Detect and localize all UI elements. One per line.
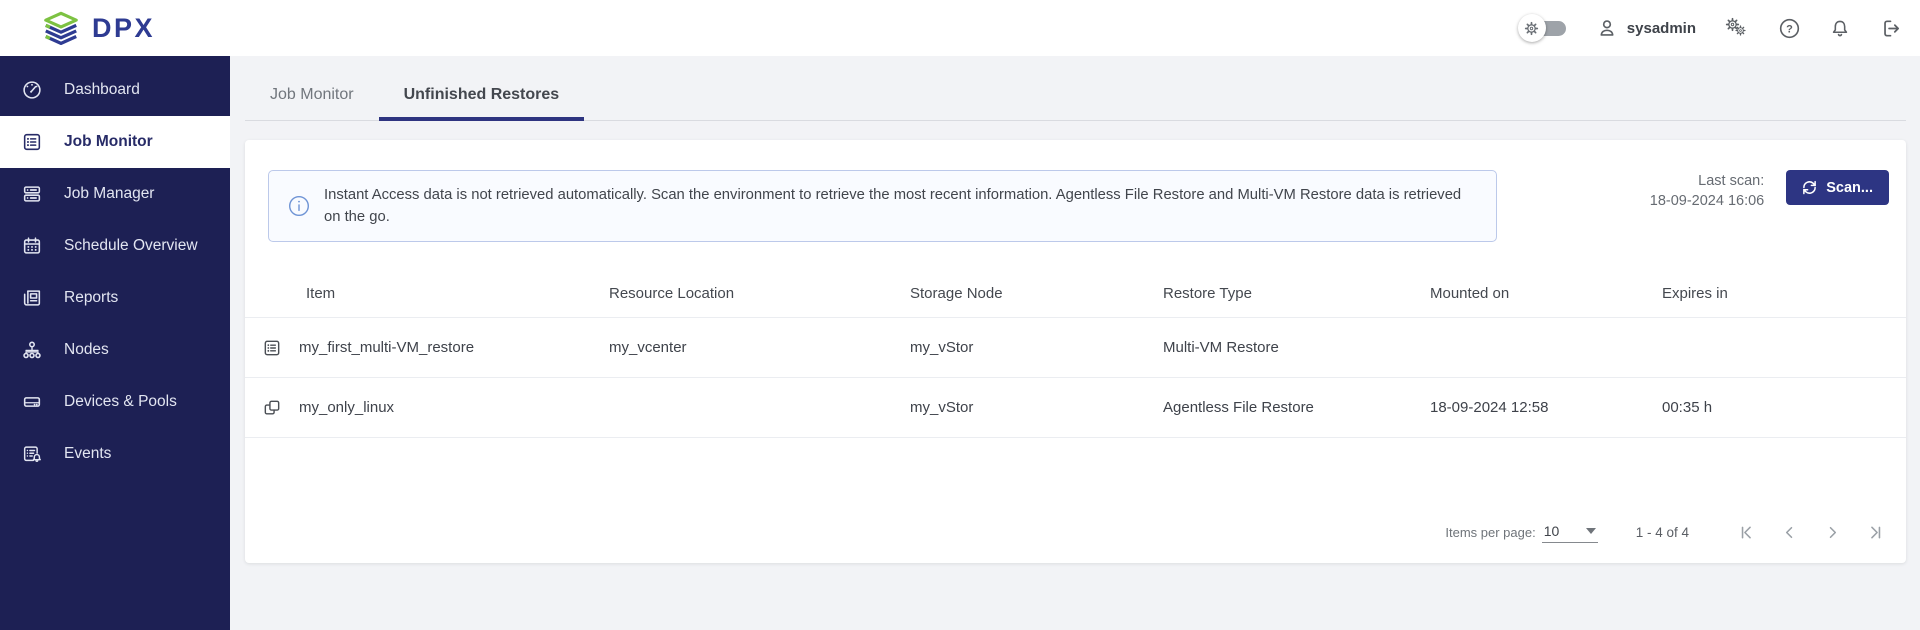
cell-item-name: my_only_linux	[299, 399, 394, 416]
tab-unfinished-restores[interactable]: Unfinished Restores	[379, 70, 585, 121]
toggle-gear-icon	[1518, 14, 1546, 42]
restores-table: Item Resource Location Storage Node Rest…	[245, 270, 1906, 438]
gauge-icon	[20, 79, 44, 101]
column-header-resource-location: Resource Location	[609, 285, 910, 302]
next-page-icon[interactable]	[1823, 523, 1842, 542]
cell-restore-type: Agentless File Restore	[1163, 399, 1430, 416]
column-header-expires-in: Expires in	[1662, 285, 1906, 302]
svg-text:?: ?	[1786, 23, 1793, 35]
job-manager-icon	[20, 183, 44, 205]
sidebar-item-label: Schedule Overview	[64, 237, 198, 255]
banner-text: Instant Access data is not retrieved aut…	[324, 184, 1478, 228]
tab-bar: Job Monitor Unfinished Restores	[245, 70, 1906, 121]
sidebar-item-label: Devices & Pools	[64, 393, 177, 411]
items-per-page-select[interactable]: 10	[1542, 521, 1598, 543]
sidebar-item-label: Reports	[64, 289, 118, 307]
chevron-down-icon	[1586, 528, 1596, 534]
cell-storage-node: my_vStor	[910, 339, 1163, 356]
table-row[interactable]: my_first_multi-VM_restore my_vcenter my_…	[245, 318, 1906, 378]
last-page-icon[interactable]	[1866, 523, 1885, 542]
sidebar-item-label: Nodes	[64, 341, 109, 359]
dpx-stack-icon	[40, 10, 82, 46]
username: sysadmin	[1627, 20, 1696, 37]
sidebar-item-label: Job Monitor	[64, 133, 153, 151]
cell-expires-in: 00:35 h	[1662, 399, 1906, 416]
unfinished-restores-panel: Instant Access data is not retrieved aut…	[245, 140, 1906, 563]
column-header-item: Item	[262, 285, 609, 302]
person-icon	[1596, 17, 1618, 39]
scan-button-label: Scan...	[1826, 180, 1873, 196]
sidebar-item-devices-pools[interactable]: Devices & Pools	[0, 376, 230, 428]
previous-page-icon[interactable]	[1780, 523, 1799, 542]
sidebar-item-nodes[interactable]: Nodes	[0, 324, 230, 376]
sidebar-item-label: Dashboard	[64, 81, 140, 99]
items-per-page-label: Items per page:	[1445, 525, 1535, 540]
sidebar-item-schedule-overview[interactable]: Schedule Overview	[0, 220, 230, 272]
column-header-restore-type: Restore Type	[1163, 285, 1430, 302]
sidebar-item-label: Job Manager	[64, 185, 154, 203]
sidebar-item-job-monitor[interactable]: Job Monitor	[0, 116, 230, 168]
logout-icon[interactable]	[1879, 17, 1902, 40]
user-menu[interactable]: sysadmin	[1596, 17, 1696, 39]
bell-icon[interactable]	[1829, 17, 1851, 40]
table-row[interactable]: my_only_linux my_vStor Agentless File Re…	[245, 378, 1906, 438]
column-header-storage-node: Storage Node	[910, 285, 1163, 302]
nodes-icon	[20, 339, 44, 361]
table-header: Item Resource Location Storage Node Rest…	[245, 270, 1906, 318]
items-per-page-value: 10	[1544, 523, 1560, 539]
settings-gears-icon[interactable]	[1724, 16, 1750, 40]
reports-icon	[20, 287, 44, 309]
sidebar-item-events[interactable]: Events	[0, 428, 230, 480]
sidebar-item-reports[interactable]: Reports	[0, 272, 230, 324]
content-area: Job Monitor Unfinished Restores Instant …	[230, 56, 1920, 630]
job-monitor-icon	[20, 131, 44, 153]
events-icon	[20, 443, 44, 465]
theme-toggle[interactable]	[1518, 14, 1568, 42]
first-page-icon[interactable]	[1737, 523, 1756, 542]
pagination-range: 1 - 4 of 4	[1636, 525, 1689, 540]
last-scan: Last scan: 18-09-2024 16:06	[1650, 170, 1765, 211]
last-scan-value: 18-09-2024 16:06	[1650, 191, 1765, 211]
multi-vm-restore-icon	[262, 338, 282, 358]
sidebar-item-dashboard[interactable]: Dashboard	[0, 64, 230, 116]
cell-mounted-on: 18-09-2024 12:58	[1430, 399, 1662, 416]
info-banner: Instant Access data is not retrieved aut…	[268, 170, 1497, 242]
last-scan-label: Last scan:	[1650, 171, 1765, 191]
top-bar: DPX sysadmin	[0, 0, 1920, 56]
pagination: Items per page: 10 1 - 4 of 4	[245, 501, 1906, 563]
schedule-icon	[20, 235, 44, 257]
refresh-icon	[1802, 180, 1817, 195]
cell-storage-node: my_vStor	[910, 399, 1163, 416]
cell-restore-type: Multi-VM Restore	[1163, 339, 1430, 356]
sidebar-item-label: Events	[64, 445, 111, 463]
help-icon[interactable]: ?	[1778, 17, 1801, 40]
tab-job-monitor[interactable]: Job Monitor	[245, 70, 379, 121]
agentless-file-restore-icon	[262, 398, 282, 418]
devices-pools-icon	[20, 391, 44, 413]
scan-button[interactable]: Scan...	[1786, 170, 1889, 205]
cell-item-name: my_first_multi-VM_restore	[299, 339, 474, 356]
sidebar-item-job-manager[interactable]: Job Manager	[0, 168, 230, 220]
sidebar: Dashboard Job Monitor Job Manager Schedu…	[0, 56, 230, 630]
info-icon	[287, 194, 311, 218]
cell-resource-location: my_vcenter	[609, 339, 910, 356]
logo-text: DPX	[92, 13, 155, 44]
column-header-mounted-on: Mounted on	[1430, 285, 1662, 302]
dpx-logo: DPX	[40, 10, 155, 46]
